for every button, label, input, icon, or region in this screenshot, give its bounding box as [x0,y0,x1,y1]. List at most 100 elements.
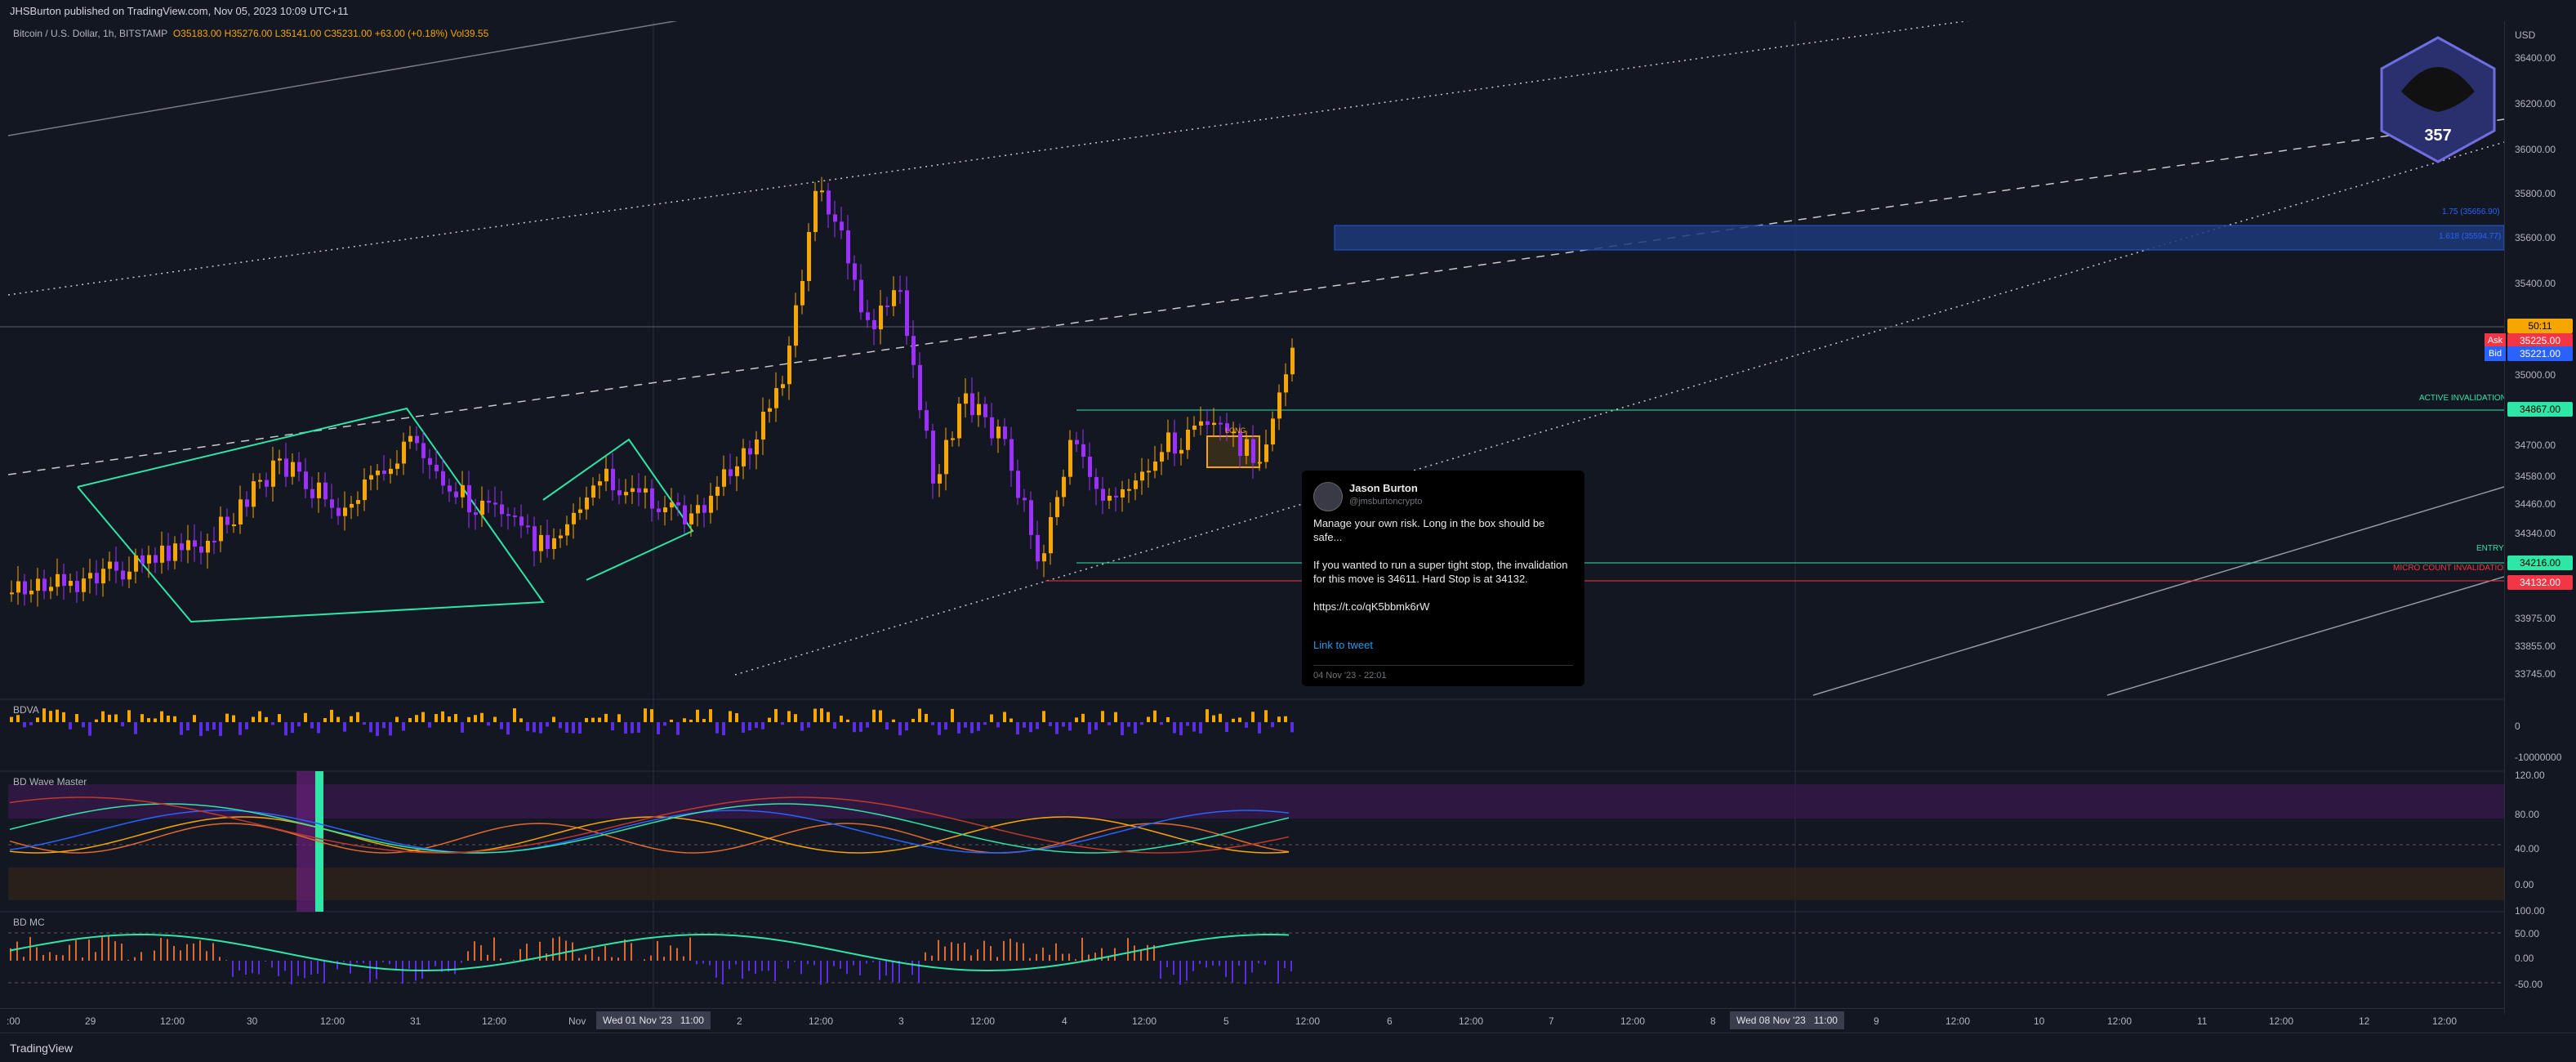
candle-body [905,290,909,336]
candle-body [1290,348,1295,375]
candle-body [813,191,818,232]
wedge-pattern[interactable] [78,408,543,622]
time-axis[interactable]: :00 29 12:00 30 12:00 31 12:00 Nov Wed 0… [0,1008,2504,1033]
candle-body [1264,444,1268,462]
mc-bar [800,961,802,974]
bdva-bar [212,722,216,730]
candle-body [931,431,935,484]
mc-bar [748,961,750,971]
candle-body [840,221,844,230]
candle-body [258,480,262,482]
candle-body [676,502,680,506]
tweet-link[interactable]: Link to tweet [1313,639,1373,651]
mc-bar [42,955,44,961]
bdva-bar [29,722,33,725]
bdva-bar [735,713,738,722]
price-axis[interactable]: USD 36400.00 36200.00 36000.00 35800.00 … [2504,21,2576,1014]
chart-canvas[interactable] [0,21,2504,1008]
bdva-bar [1232,719,1235,722]
candle-body [1277,392,1281,418]
bdva-bar [1016,722,1019,734]
candle-body [1029,500,1033,535]
channel-top-dotted-line[interactable] [8,21,2140,295]
candle-body [454,492,458,498]
bdva-bar [729,711,732,722]
bdva-bar [42,708,46,722]
mc-bar [1238,961,1240,966]
tradingview-brand[interactable]: TradingView [10,1042,73,1055]
bdva-bar [421,712,425,722]
candle-body [415,436,419,444]
bdva-bar [683,718,686,722]
candle-body [611,469,615,490]
bdva-bar [1277,716,1281,722]
bdva-bar [944,722,947,730]
candle-body [1212,423,1216,426]
candle-body [428,458,432,465]
candle-body [1042,553,1046,561]
mc-pane-title[interactable]: BD MC [13,917,45,928]
bdva-bar [1009,719,1013,722]
trend-line[interactable] [2107,577,2504,695]
bdva-bar [336,717,340,722]
channel-bottom-dotted-line[interactable] [735,142,2504,675]
mc-bar [114,941,116,961]
candle-body [304,471,308,489]
candle-body [487,501,491,502]
mc-bar [1036,954,1037,961]
trend-line[interactable] [1813,487,2504,695]
bid-price-tag: 35221.00 [2507,346,2573,361]
bdva-bar [487,722,490,725]
mc-bar [859,961,861,975]
channel-mid-dashed-line[interactable] [8,119,2504,475]
tweet-card[interactable]: Jason Burton @jmsburtoncrypto Manage you… [1302,471,1584,686]
candle-body [519,516,524,525]
candle-body [853,263,857,279]
candle-body [1140,471,1144,480]
candle-body [533,526,537,551]
candle-body [565,524,569,536]
candle-body [323,483,328,500]
candle-body [604,469,608,481]
candle-body [82,578,86,592]
wedge-pattern[interactable] [543,440,693,580]
wave-pane-title[interactable]: BD Wave Master [13,776,87,788]
bdva-bar [1238,717,1241,722]
bdva-pane-title[interactable]: BDVA [13,704,39,716]
mc-bar [813,961,815,965]
bdva-bar [702,719,706,722]
candle-body [872,320,876,329]
bdva-bar [715,722,719,734]
channel-upper-line[interactable] [8,21,817,136]
mc-bar [1166,961,1168,967]
fib-label-1: 1.75 (35656.90) [2442,207,2500,216]
bdva-bar [977,722,980,731]
time-label: 29 [85,1015,96,1027]
bdva-bar [983,722,987,725]
candle-body [657,509,661,512]
mc-bar [474,941,475,961]
candle-body [781,384,785,388]
bdva-bar [376,722,379,736]
candle-body [944,440,948,475]
fib-target-zone[interactable] [1335,225,2504,250]
price-label: 33745.00 [2515,668,2556,680]
candle-body [572,513,576,524]
mc-bar [807,961,809,964]
bdva-bar [36,717,39,722]
bdva-bar [637,722,640,733]
bdva-bar [467,717,470,722]
bdva-bar [317,722,320,733]
candle-body [389,469,393,474]
mc-bar [1199,961,1201,964]
candle-body [866,312,870,320]
candle-body [1245,439,1249,456]
time-label: 4 [1062,1015,1067,1027]
candle-body [546,535,550,549]
candle-body [898,290,902,292]
mc-bar [774,961,776,981]
price-label: 35400.00 [2515,278,2556,289]
bdva-bar [1088,722,1091,734]
candle-body [938,474,942,484]
mc-axis-label: -50.00 [2515,979,2543,990]
